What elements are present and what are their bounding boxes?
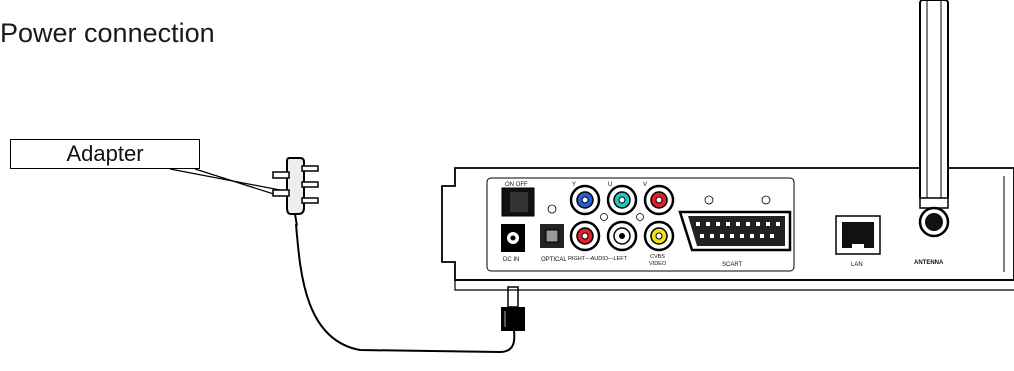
y-label: Y (572, 182, 576, 188)
audio-label: RIGHT—AUDIO—LEFT (568, 256, 628, 262)
power-connection-diagram: Power connection Adapter ON OFF DC IN OP… (0, 0, 1014, 371)
dc-plug (501, 286, 525, 331)
optical-label: OPTICAL (541, 257, 567, 263)
cvbs-label: CVBS (650, 254, 665, 260)
v-label: V (643, 182, 647, 188)
antenna-label: ANTENNA (914, 260, 944, 266)
diagram-svg: ON OFF DC IN OPTICAL Y U V RIGHT—AUDIO—L… (169, 0, 1014, 354)
power-adapter (272, 157, 319, 227)
u-label: U (608, 182, 612, 188)
dc-in-label: DC IN (503, 257, 519, 263)
scart-label: SCART (722, 262, 743, 268)
lan-label: LAN (851, 262, 863, 268)
callout-leader-line (194, 168, 281, 197)
callout-leader-line (169, 168, 281, 191)
audio-and-cvbs-jacks: RIGHT—AUDIO—LEFT CVBS VIDEO (568, 220, 675, 267)
video-label: VIDEO (649, 261, 667, 267)
on-off-label: ON OFF (505, 182, 528, 188)
component-video-jacks: Y U V (569, 182, 675, 221)
